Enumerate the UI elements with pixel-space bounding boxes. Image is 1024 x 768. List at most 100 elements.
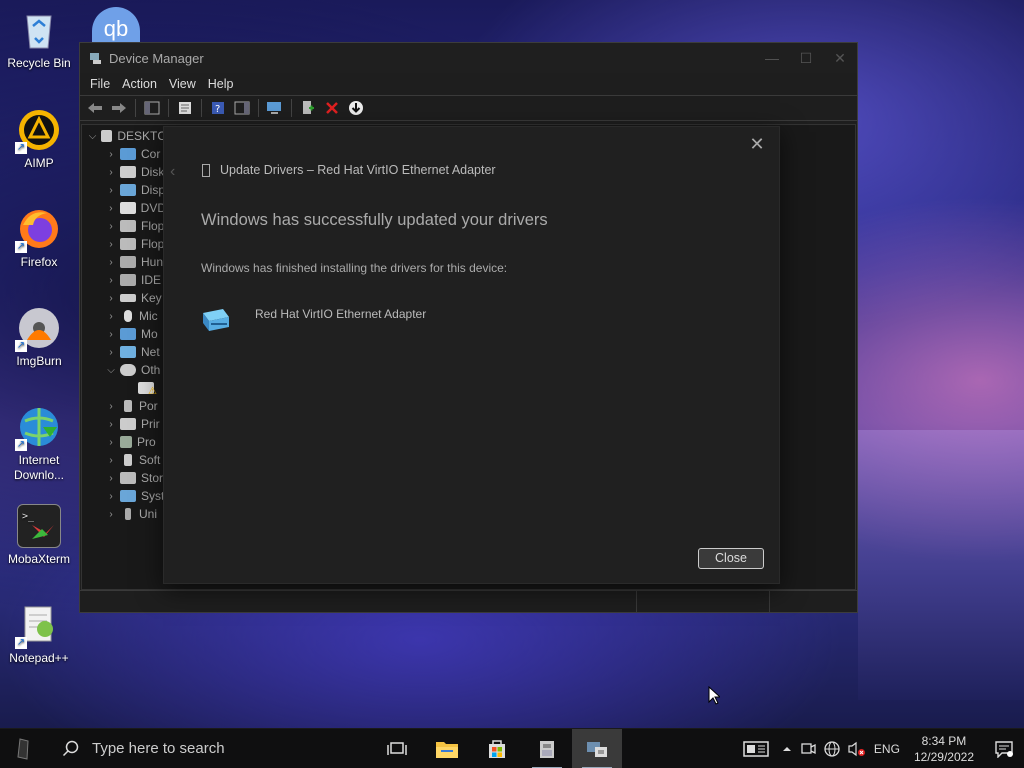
taskbar-search-box[interactable]: Type here to search — [48, 729, 366, 768]
chevron-right-icon[interactable]: › — [104, 419, 118, 430]
show-hidden-icons-button[interactable] — [778, 729, 796, 768]
menu-help[interactable]: Help — [202, 77, 240, 91]
tree-item[interactable]: › Uni — [86, 505, 166, 523]
tree-item[interactable]: › Disp — [86, 181, 166, 199]
tree-item[interactable]: › Mic — [86, 307, 166, 325]
language-indicator[interactable]: ENG — [870, 729, 904, 768]
uninstall-device-button[interactable] — [321, 97, 343, 119]
desktop-icon-internet-download-manager[interactable]: ↗ Internet Downlo... — [1, 405, 77, 483]
desktop-icon-mobaxterm[interactable]: >_ MobaXterm — [1, 504, 77, 567]
window-close-button[interactable]: ✕ — [823, 43, 857, 73]
maximize-button[interactable]: ☐ — [789, 43, 823, 73]
tree-root[interactable]: ⌵ DESKTC — [86, 127, 166, 145]
shortcut-arrow-icon: ↗ — [15, 142, 27, 154]
chevron-right-icon[interactable]: › — [104, 185, 118, 196]
chevron-right-icon[interactable]: › — [104, 509, 118, 520]
close-button[interactable]: Close — [698, 548, 764, 569]
qbittorrent-icon[interactable]: qb — [92, 7, 140, 43]
tree-item[interactable]: › Soft — [86, 451, 166, 469]
news-widget-button[interactable] — [734, 729, 778, 768]
tree-item[interactable]: › Disk — [86, 163, 166, 181]
dialog-close-x-button[interactable]: ✕ — [747, 134, 767, 154]
chevron-right-icon[interactable]: › — [104, 257, 118, 268]
action-pane-button[interactable] — [231, 97, 253, 119]
meet-now-button[interactable] — [796, 729, 820, 768]
menu-file[interactable]: File — [84, 77, 116, 91]
update-driver-button[interactable] — [297, 97, 319, 119]
tree-label: Soft — [139, 453, 161, 467]
notifications-button[interactable] — [984, 729, 1024, 768]
task-view-button[interactable] — [372, 729, 422, 768]
chevron-up-icon — [782, 747, 791, 751]
start-button[interactable] — [0, 729, 48, 768]
chevron-right-icon[interactable]: › — [104, 293, 118, 304]
chevron-down-icon[interactable]: ⌵ — [104, 365, 118, 376]
desktop-icon-label: Internet Downlo... — [13, 453, 65, 482]
show-hide-tree-button[interactable] — [141, 97, 163, 119]
tree-item[interactable]: › Por — [86, 397, 166, 415]
tree-item[interactable]: › Pro — [86, 433, 166, 451]
tree-item[interactable]: › Cor — [86, 145, 166, 163]
back-button[interactable] — [84, 97, 106, 119]
tree-item[interactable]: › Key — [86, 289, 166, 307]
arrow-right-icon — [112, 103, 126, 113]
desktop-icon-recycle-bin[interactable]: Recycle Bin — [1, 8, 77, 71]
tree-item[interactable]: › DVD — [86, 199, 166, 217]
desktop-icon-aimp[interactable]: ↗ AIMP — [1, 108, 77, 171]
forward-button[interactable] — [108, 97, 130, 119]
status-bar — [80, 590, 857, 612]
chevron-right-icon[interactable]: › — [104, 329, 118, 340]
desktop-icon-notepad-plus-plus[interactable]: ↗ Notepad++ — [1, 603, 77, 666]
network-tray-button[interactable] — [820, 729, 844, 768]
tree-item[interactable]: › Prir — [86, 415, 166, 433]
toolbar: ? — [80, 95, 857, 121]
processor-icon — [120, 436, 132, 448]
chevron-right-icon[interactable]: › — [104, 473, 118, 484]
chevron-right-icon[interactable]: › — [104, 491, 118, 502]
tree-item[interactable]: › Syst — [86, 487, 166, 505]
tree-item[interactable]: › Flop — [86, 217, 166, 235]
chevron-right-icon[interactable]: › — [104, 347, 118, 358]
update-drivers-dialog[interactable]: ✕ ‹ Update Drivers – Red Hat VirtIO Ethe… — [163, 126, 780, 584]
properties-button[interactable] — [174, 97, 196, 119]
tree-item[interactable]: › Net — [86, 343, 166, 361]
clock[interactable]: 8:34 PM 12/29/2022 — [904, 733, 984, 765]
chevron-right-icon[interactable]: › — [104, 437, 118, 448]
tree-item[interactable]: ⚠ — [86, 379, 166, 397]
task-view-icon — [387, 741, 407, 755]
tree-item[interactable]: › Stor — [86, 469, 166, 487]
tree-label: Flop — [141, 219, 165, 233]
chevron-right-icon[interactable]: › — [104, 221, 118, 232]
enable-device-button[interactable] — [345, 97, 367, 119]
minimize-button[interactable]: — — [755, 43, 789, 73]
tree-label: DESKTC — [117, 129, 166, 143]
storage-icon — [120, 472, 136, 484]
tree-label: Stor — [141, 471, 164, 485]
chevron-right-icon[interactable]: › — [104, 401, 118, 412]
chevron-right-icon[interactable]: › — [104, 167, 118, 178]
taskbar-device-manager[interactable] — [572, 728, 622, 768]
tree-item-expanded[interactable]: ⌵ Oth — [86, 361, 166, 379]
help-button[interactable]: ? — [207, 97, 229, 119]
tree-item[interactable]: › IDE — [86, 271, 166, 289]
chevron-right-icon[interactable]: › — [104, 149, 118, 160]
chevron-right-icon[interactable]: › — [104, 311, 118, 322]
tree-item[interactable]: › Flop — [86, 235, 166, 253]
scan-hardware-button[interactable] — [264, 97, 286, 119]
desktop-icon-firefox[interactable]: ↗ Firefox — [1, 207, 77, 270]
taskbar-device-manager-app[interactable] — [522, 729, 572, 768]
taskbar-microsoft-store[interactable] — [472, 729, 522, 768]
chevron-right-icon[interactable]: › — [104, 203, 118, 214]
tree-item[interactable]: › Mo — [86, 325, 166, 343]
menu-action[interactable]: Action — [116, 77, 163, 91]
chevron-right-icon[interactable]: › — [104, 239, 118, 250]
menu-view[interactable]: View — [163, 77, 202, 91]
chevron-down-icon[interactable]: ⌵ — [86, 131, 99, 142]
volume-tray-button[interactable] — [844, 729, 870, 768]
tree-item[interactable]: › Hun — [86, 253, 166, 271]
taskbar-file-explorer[interactable] — [422, 729, 472, 768]
desktop-icon-imgburn[interactable]: ↗ ImgBurn — [1, 306, 77, 369]
chevron-right-icon[interactable]: › — [104, 455, 118, 466]
window-titlebar[interactable]: Device Manager — ☐ ✕ — [80, 43, 857, 73]
chevron-right-icon[interactable]: › — [104, 275, 118, 286]
